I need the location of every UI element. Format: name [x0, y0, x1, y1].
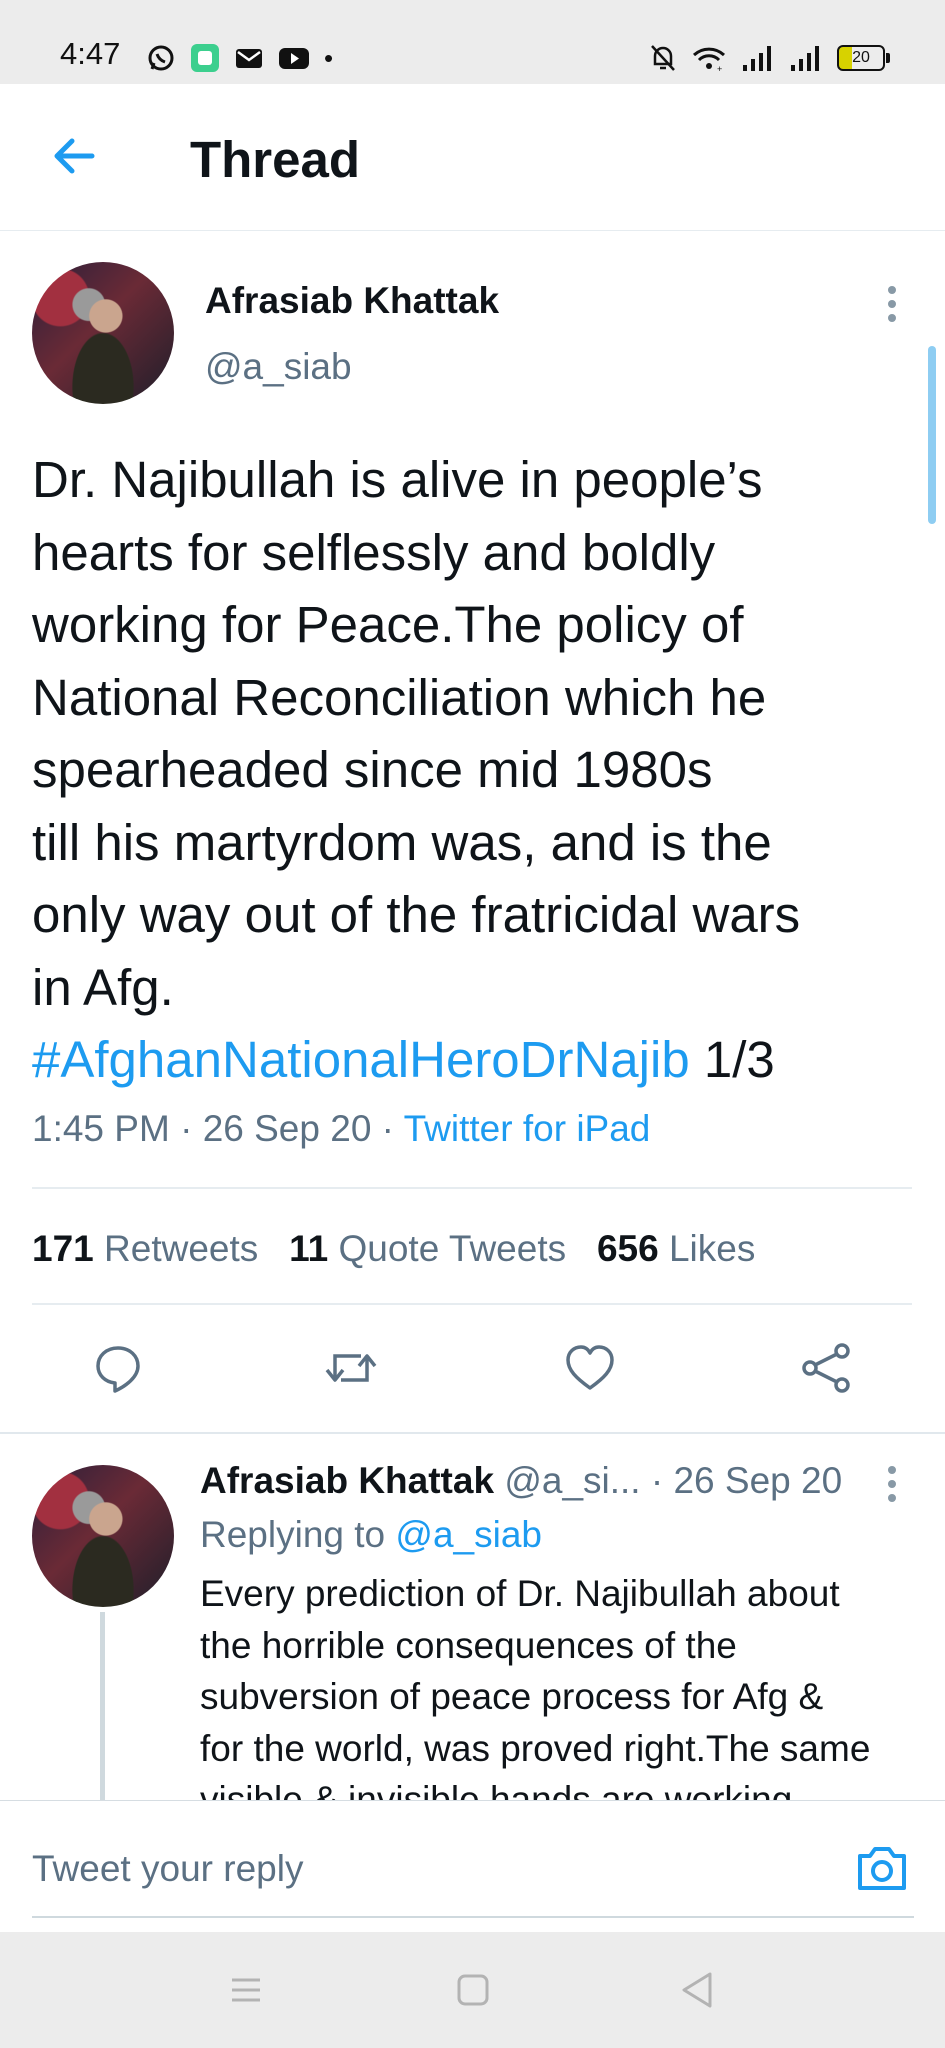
- author-name[interactable]: Afrasiab Khattak: [205, 280, 499, 322]
- menu-icon[interactable]: [218, 1962, 274, 2018]
- whatsapp-icon: [148, 45, 174, 71]
- tweet-source-link[interactable]: Twitter for iPad: [404, 1108, 651, 1149]
- back-arrow-icon[interactable]: [48, 130, 100, 182]
- replying-to-handle-link[interactable]: @a_siab: [395, 1514, 542, 1555]
- youtube-icon: [279, 48, 309, 69]
- reply-icon[interactable]: [90, 1340, 146, 1396]
- signal-1-icon: [743, 46, 771, 71]
- mute-bell-icon: [651, 45, 675, 71]
- status-system-icons: + 20: [649, 38, 890, 78]
- home-square-icon[interactable]: [445, 1962, 501, 2018]
- reply-more-options-icon[interactable]: [872, 1462, 912, 1506]
- reply-input[interactable]: Tweet your reply: [32, 1848, 303, 1890]
- retweets-stat[interactable]: 171 Retweets: [32, 1228, 258, 1269]
- tweet-body: Dr. Najibullah is alive in people’s hear…: [32, 451, 801, 1016]
- camera-icon[interactable]: [852, 1838, 912, 1898]
- reply-input-underline: [32, 1916, 914, 1918]
- divider: [0, 1432, 945, 1434]
- replying-to: Replying to @a_siab: [200, 1514, 542, 1555]
- quote-tweets-stat[interactable]: 11 Quote Tweets: [289, 1228, 566, 1269]
- reply-author-name[interactable]: Afrasiab Khattak: [200, 1460, 494, 1501]
- reply-author-handle[interactable]: @a_si...: [504, 1460, 640, 1501]
- tweet-date: 26 Sep 20: [202, 1108, 372, 1149]
- retweet-icon[interactable]: [323, 1340, 379, 1396]
- share-icon[interactable]: [798, 1340, 854, 1396]
- svg-text:+: +: [717, 64, 722, 73]
- reply-header: Afrasiab Khattak @a_si... · 26 Sep 20: [200, 1460, 842, 1502]
- like-heart-icon[interactable]: [562, 1340, 618, 1396]
- more-notifications-dot-icon: •: [324, 43, 334, 73]
- tweet-metadata: 1:45 PM · 26 Sep 20 · Twitter for iPad: [32, 1108, 651, 1149]
- app-notification-icon: [191, 44, 219, 72]
- reply-date: · 26 Sep 20: [650, 1460, 843, 1501]
- hashtag-link[interactable]: #AfghanNationalHeroDrNajib: [32, 1031, 690, 1088]
- status-notification-icons: •: [146, 38, 333, 78]
- tweet-hashtag-line: #AfghanNationalHeroDrNajib 1/3: [32, 1024, 775, 1096]
- battery-icon: 20: [837, 45, 890, 71]
- top-app-bar: [0, 84, 945, 231]
- tweet-time: 1:45 PM: [32, 1108, 170, 1149]
- author-avatar[interactable]: [32, 262, 174, 404]
- likes-stat[interactable]: 656 Likes: [597, 1228, 755, 1269]
- more-options-icon[interactable]: [872, 282, 912, 326]
- divider: [32, 1303, 912, 1305]
- page-title: Thread: [190, 131, 361, 188]
- wifi-icon: +: [692, 47, 726, 73]
- signal-2-icon: [791, 46, 819, 71]
- scrollbar-thumb[interactable]: [928, 346, 936, 524]
- author-handle[interactable]: @a_siab: [205, 346, 352, 388]
- reply-body: Every prediction of Dr. Najibullah about…: [200, 1573, 871, 1820]
- mail-icon: [236, 49, 262, 68]
- back-triangle-icon[interactable]: [670, 1962, 726, 2018]
- thread-counter: 1/3: [689, 1031, 775, 1088]
- reply-author-avatar[interactable]: [32, 1465, 174, 1607]
- status-time: 4:47: [60, 36, 121, 71]
- tweet-stats: 171 Retweets 11 Quote Tweets 656 Likes: [32, 1228, 755, 1270]
- divider: [32, 1187, 912, 1189]
- thread-connector-line: [100, 1612, 105, 1802]
